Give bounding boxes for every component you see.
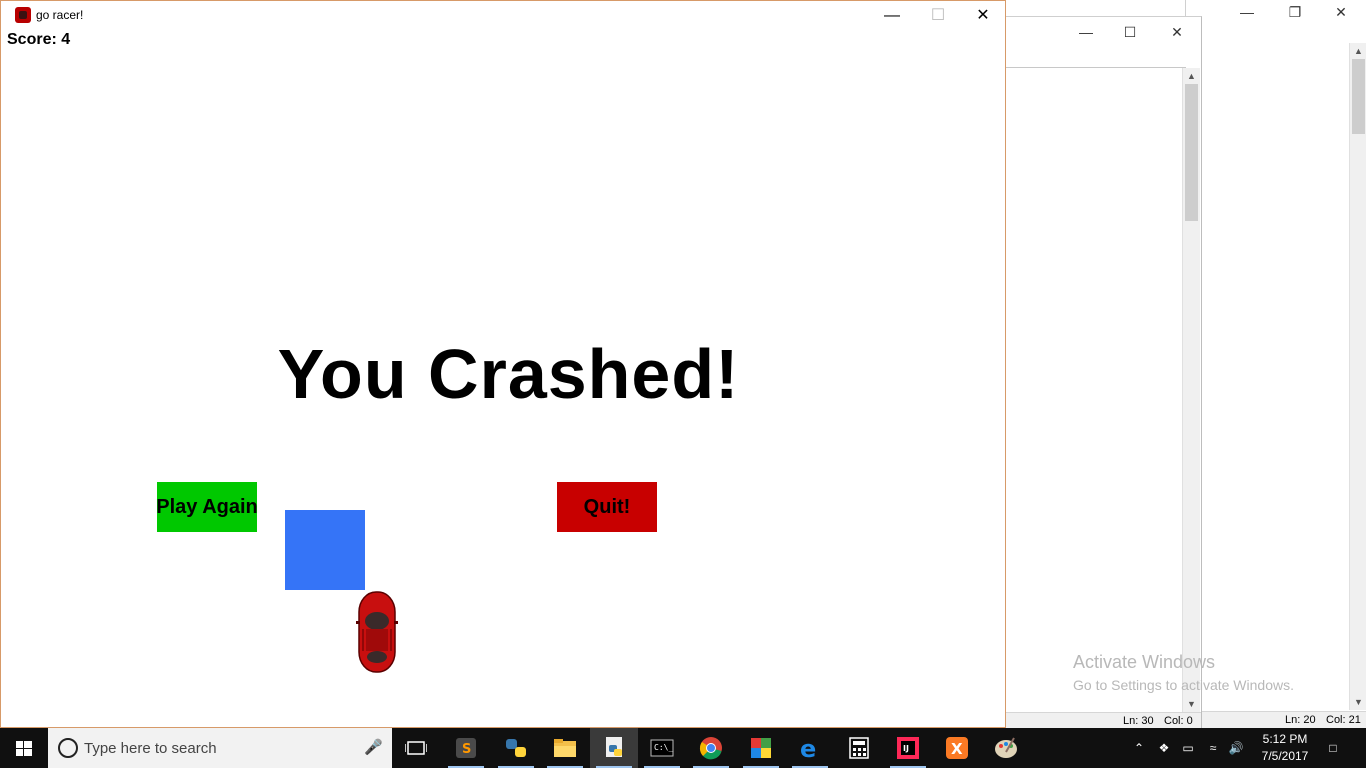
chrome-taskbar-button[interactable] xyxy=(687,728,735,768)
folder-icon xyxy=(554,739,576,757)
clock-time: 5:12 PM xyxy=(1262,732,1308,746)
maximize-button[interactable]: ☐ xyxy=(1107,17,1153,47)
background-window-right: — ❐ ✕ ▲ ▼ Ln: 20 Col: 21 xyxy=(1185,0,1366,728)
chrome-icon xyxy=(699,737,722,760)
python-file-taskbar-button[interactable] xyxy=(590,728,638,768)
background-window-middle: — ☐ ✕ ▲ ▼ Ln: 30 Col: 0 xyxy=(1005,16,1202,730)
status-line: Ln: 20 xyxy=(1285,714,1316,726)
obstacle-block xyxy=(285,510,365,590)
minimize-button[interactable]: — xyxy=(1063,17,1109,47)
volume-icon[interactable]: 🔊 xyxy=(1226,728,1246,768)
scroll-down-arrow-icon[interactable]: ▼ xyxy=(1183,696,1200,712)
activate-windows-title: Activate Windows xyxy=(1073,652,1216,672)
score-label: Score: 4 xyxy=(7,31,71,48)
sublime-text-icon: S xyxy=(456,738,476,758)
microphone-icon[interactable]: 🎤 xyxy=(364,738,383,756)
window-title: go racer! xyxy=(36,8,84,22)
scroll-up-arrow-icon[interactable]: ▲ xyxy=(1183,68,1200,84)
calculator-icon xyxy=(849,737,869,759)
search-placeholder: Type here to search xyxy=(84,740,217,757)
activate-windows-subtitle: Go to Settings to activate Windows. xyxy=(1073,677,1294,693)
minecraft-icon xyxy=(751,738,771,758)
scroll-thumb[interactable] xyxy=(1352,59,1365,134)
vertical-scrollbar[interactable]: ▲ ▼ xyxy=(1182,68,1200,712)
calculator-taskbar-button[interactable] xyxy=(835,728,883,768)
python-file-icon xyxy=(606,737,622,757)
close-button[interactable]: ✕ xyxy=(1154,17,1200,47)
scroll-up-arrow-icon[interactable]: ▲ xyxy=(1350,43,1366,59)
python-idle-taskbar-button[interactable] xyxy=(492,728,540,768)
crash-message: You Crashed! xyxy=(277,335,740,413)
clock-date: 7/5/2017 xyxy=(1261,749,1309,763)
taskbar: Type here to search 🎤 S C:\_ e IJ X ⌃ ❖ … xyxy=(0,728,1366,768)
close-button[interactable]: ✕ xyxy=(1318,0,1364,28)
play-again-button[interactable]: Play Again xyxy=(156,482,258,532)
start-button[interactable] xyxy=(0,728,48,768)
svg-text:X: X xyxy=(951,740,963,758)
command-prompt-taskbar-button[interactable]: C:\_ xyxy=(638,728,686,768)
edge-icon: e xyxy=(800,736,816,760)
file-explorer-taskbar-button[interactable] xyxy=(541,728,589,768)
task-view-button[interactable] xyxy=(392,728,440,768)
status-bar: Ln: 20 Col: 21 xyxy=(1186,711,1366,728)
taskbar-search[interactable]: Type here to search 🎤 xyxy=(48,728,392,768)
restore-button[interactable]: ❐ xyxy=(1272,0,1318,28)
task-view-icon xyxy=(405,741,427,755)
minimize-button[interactable]: — xyxy=(869,1,915,31)
status-bar: Ln: 30 Col: 0 xyxy=(1006,712,1201,729)
chevron-up-icon[interactable]: ⌃ xyxy=(1130,728,1148,768)
scroll-down-arrow-icon[interactable]: ▼ xyxy=(1350,694,1366,710)
svg-text:e: e xyxy=(800,736,816,760)
paint-palette-icon xyxy=(995,737,1017,758)
scroll-thumb[interactable] xyxy=(1185,84,1198,221)
svg-text:C:\_: C:\_ xyxy=(654,743,673,752)
system-clock[interactable]: 5:12 PM 7/5/2017 xyxy=(1252,731,1318,765)
text-editor-area[interactable] xyxy=(1006,67,1186,713)
sublime-text-taskbar-button[interactable]: S xyxy=(442,728,490,768)
edge-taskbar-button[interactable]: e xyxy=(786,728,834,768)
maximize-button[interactable]: ☐ xyxy=(915,1,961,31)
title-bar[interactable]: go racer! — ☐ ✕ xyxy=(1,1,1005,31)
car-app-icon xyxy=(15,7,31,23)
action-center-icon[interactable]: □ xyxy=(1320,728,1346,768)
cortana-icon xyxy=(58,738,78,758)
quit-button[interactable]: Quit! xyxy=(557,482,657,532)
wifi-icon[interactable]: ≈ xyxy=(1202,728,1224,768)
minimize-button[interactable]: — xyxy=(1224,0,1270,28)
status-col: Col: 0 xyxy=(1164,715,1193,727)
svg-text:S: S xyxy=(462,742,471,757)
intellij-taskbar-button[interactable]: IJ xyxy=(884,728,932,768)
paint-taskbar-button[interactable] xyxy=(982,728,1030,768)
red-car-sprite xyxy=(356,591,398,673)
minecraft-taskbar-button[interactable] xyxy=(737,728,785,768)
status-col: Col: 21 xyxy=(1326,714,1361,726)
svg-text:IJ: IJ xyxy=(903,744,909,753)
status-line: Ln: 30 xyxy=(1123,715,1154,727)
xampp-icon: X xyxy=(946,737,968,759)
battery-icon[interactable]: ▭ xyxy=(1178,728,1198,768)
vertical-scrollbar[interactable]: ▲ ▼ xyxy=(1349,43,1366,710)
python-idle-icon xyxy=(506,739,526,757)
xampp-taskbar-button[interactable]: X xyxy=(933,728,981,768)
command-prompt-icon: C:\_ xyxy=(650,739,674,757)
windows-logo-icon xyxy=(16,741,32,756)
game-window: go racer! — ☐ ✕ Score: 4 You Crashed! Pl… xyxy=(0,0,1006,728)
close-button[interactable]: ✕ xyxy=(960,1,1006,31)
intellij-icon: IJ xyxy=(897,737,919,759)
dropbox-icon[interactable]: ❖ xyxy=(1154,728,1174,768)
